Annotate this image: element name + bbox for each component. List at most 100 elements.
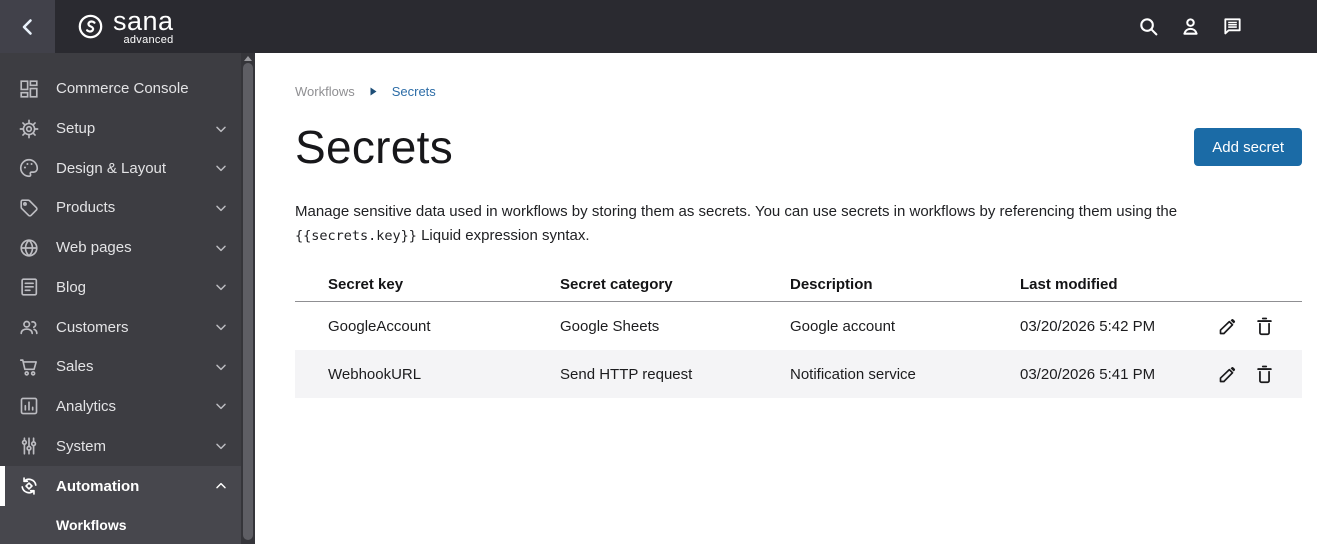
cell-last-modified: 03/20/2026 5:42 PM xyxy=(1020,317,1156,335)
sidebar-item-label: Web pages xyxy=(56,239,132,257)
sidebar-item-design-layout[interactable]: Design & Layout xyxy=(0,148,255,188)
sana-logo: sana advanced xyxy=(77,5,174,46)
chevron-down-icon xyxy=(213,279,229,295)
user-account-button[interactable] xyxy=(1178,15,1202,39)
logo-name: sana xyxy=(113,5,174,36)
sidebar-item-label: Design & Layout xyxy=(56,159,167,177)
sidebar-item-blog[interactable]: Blog xyxy=(0,268,255,308)
dashboard-icon xyxy=(18,78,40,100)
trash-icon xyxy=(1254,364,1275,385)
chevron-down-icon xyxy=(213,121,229,137)
cart-icon xyxy=(18,356,40,378)
delete-button[interactable] xyxy=(1253,315,1275,337)
table-row: WebhookURL Send HTTP request Notificatio… xyxy=(295,350,1302,398)
secrets-table: Secret key Secret category Description L… xyxy=(295,268,1302,398)
sidebar-item-label: Products xyxy=(56,199,116,217)
sidebar-scrollbar[interactable] xyxy=(241,53,255,544)
description-text-before: Manage sensitive data used in workflows … xyxy=(295,203,1178,220)
page-title: Secrets xyxy=(295,121,454,173)
cell-description: Google account xyxy=(790,317,896,335)
pencil-icon xyxy=(1217,364,1238,385)
topbar: sana advanced xyxy=(0,0,1317,53)
sidebar-item-commerce-console[interactable]: Commerce Console xyxy=(0,69,255,109)
chevron-down-icon xyxy=(213,319,229,335)
breadcrumb: Workflows Secrets xyxy=(295,84,1302,99)
column-header-description: Description xyxy=(790,276,873,293)
chevron-down-icon xyxy=(213,438,229,454)
table-header-row: Secret key Secret category Description L… xyxy=(295,268,1302,302)
scroll-up-arrow-icon xyxy=(244,56,252,61)
chevron-left-icon xyxy=(16,15,40,39)
palette-icon xyxy=(18,157,40,179)
row-actions xyxy=(1210,363,1302,385)
sidebar-item-system[interactable]: System xyxy=(0,426,255,466)
tag-icon xyxy=(18,197,40,219)
sidebar-item-label: Commerce Console xyxy=(56,80,189,98)
sana-logo-mark-icon xyxy=(77,13,104,40)
automation-icon xyxy=(18,475,40,497)
title-row: Secrets Add secret xyxy=(295,120,1302,174)
globe-icon xyxy=(18,237,40,259)
add-secret-button[interactable]: Add secret xyxy=(1194,128,1302,166)
chevron-up-icon xyxy=(213,478,229,494)
sidebar-item-setup[interactable]: Setup xyxy=(0,109,255,149)
active-indicator-bar xyxy=(0,466,5,507)
sidebar-item-sales[interactable]: Sales xyxy=(0,347,255,387)
main-content: Workflows Secrets Secrets Add secret Man… xyxy=(255,53,1317,544)
sidebar-item-label: Analytics xyxy=(56,397,117,415)
breadcrumb-separator-icon xyxy=(370,87,377,96)
cell-secret-key: WebhookURL xyxy=(328,365,422,383)
logo-text: sana advanced xyxy=(113,5,174,46)
sidebar-item-label: Setup xyxy=(56,120,96,138)
search-button[interactable] xyxy=(1136,15,1160,39)
chevron-down-icon xyxy=(213,200,229,216)
topbar-icons xyxy=(1136,15,1244,39)
breadcrumb-secrets: Secrets xyxy=(391,84,436,99)
sidebar: Commerce Console Setup Design & Layout P… xyxy=(0,53,255,544)
cell-secret-key: GoogleAccount xyxy=(328,317,431,335)
sidebar-item-products[interactable]: Products xyxy=(0,188,255,228)
cell-secret-category: Send HTTP request xyxy=(560,365,693,383)
sidebar-item-label: Automation xyxy=(56,477,140,495)
breadcrumb-workflows[interactable]: Workflows xyxy=(295,84,355,99)
table-row: GoogleAccount Google Sheets Google accou… xyxy=(295,302,1302,350)
chevron-down-icon xyxy=(213,240,229,256)
delete-button[interactable] xyxy=(1253,363,1275,385)
sliders-icon xyxy=(18,435,40,457)
sidebar-item-automation[interactable]: Automation xyxy=(0,466,255,507)
sidebar-active-section: Automation Workflows xyxy=(0,466,255,544)
cell-description: Notification service xyxy=(790,365,916,383)
search-icon xyxy=(1137,15,1160,38)
sidebar-item-analytics[interactable]: Analytics xyxy=(0,387,255,427)
row-actions xyxy=(1210,315,1302,337)
logo-tagline: advanced xyxy=(123,33,174,46)
description-code: {{secrets.key}} xyxy=(295,228,417,244)
sidebar-item-label: Sales xyxy=(56,358,94,376)
feedback-button[interactable] xyxy=(1220,15,1244,39)
description-text-after: Liquid expression syntax. xyxy=(416,227,590,244)
customers-icon xyxy=(18,316,40,338)
sidebar-item-label: Blog xyxy=(56,278,87,296)
pencil-icon xyxy=(1217,316,1238,337)
cell-secret-category: Google Sheets xyxy=(560,317,660,335)
sidebar-item-label: System xyxy=(56,437,107,455)
app-window: sana advanced Commerce Console Setup Des… xyxy=(0,0,1317,544)
column-header-secret-key: Secret key xyxy=(328,276,404,293)
sidebar-item-label: Customers xyxy=(56,318,129,336)
page-description: Manage sensitive data used in workflows … xyxy=(295,200,1302,248)
chevron-down-icon xyxy=(213,398,229,414)
sidebar-item-customers[interactable]: Customers xyxy=(0,307,255,347)
sidebar-subitem-workflows[interactable]: Workflows xyxy=(0,506,255,544)
column-header-secret-category: Secret category xyxy=(560,276,673,293)
chevron-down-icon xyxy=(213,160,229,176)
blog-icon xyxy=(18,276,40,298)
edit-button[interactable] xyxy=(1216,363,1238,385)
scrollbar-thumb[interactable] xyxy=(243,63,253,540)
gear-icon xyxy=(18,118,40,140)
trash-icon xyxy=(1254,316,1275,337)
back-button[interactable] xyxy=(0,0,55,53)
edit-button[interactable] xyxy=(1216,315,1238,337)
analytics-icon xyxy=(18,395,40,417)
chevron-down-icon xyxy=(213,359,229,375)
sidebar-item-web-pages[interactable]: Web pages xyxy=(0,228,255,268)
